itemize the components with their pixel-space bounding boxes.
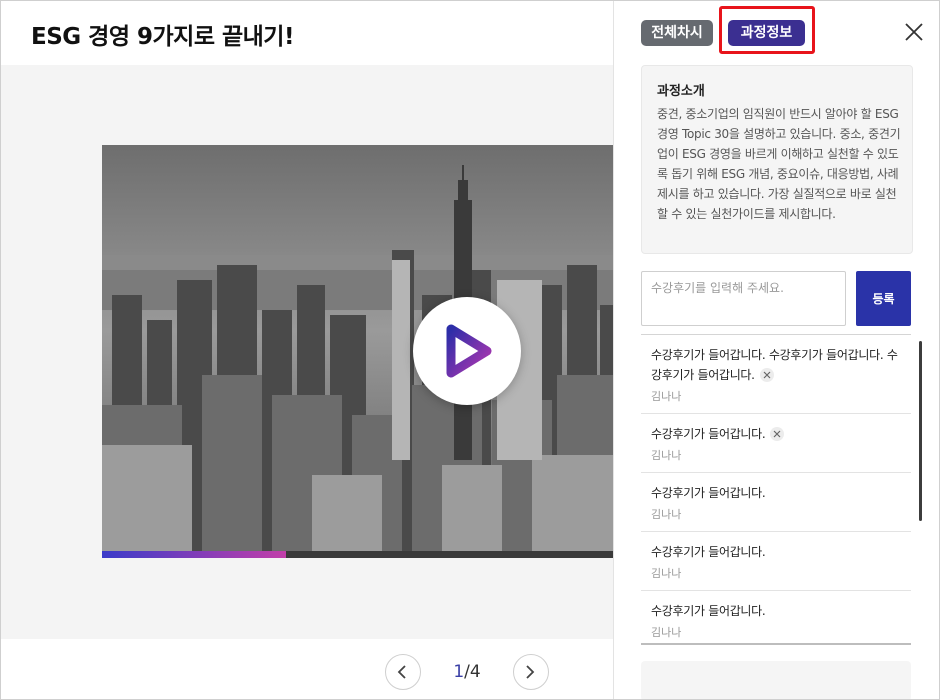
page-indicator: 1/4 [437,662,497,682]
delete-review-button[interactable] [770,426,785,441]
pager: 1/4 [1,639,613,699]
review-author: 김나나 [651,508,682,521]
progress-bar[interactable] [102,551,613,558]
current-page: 1 [453,662,465,682]
lesson-viewer: ESG 경영 9가지로 끝내기! 1/4 [1,1,614,699]
next-section [641,661,911,699]
progress-fill [102,551,286,558]
delete-icon [763,371,771,378]
review-item: 수강후기가 들어갑니다. 김나나 [641,591,911,643]
tab-all-lessons[interactable]: 전체차시 [641,20,713,46]
highlight-box [719,6,815,54]
review-input[interactable] [641,271,846,326]
chevron-left-icon [397,665,406,679]
review-item: 수강후기가 들어갑니다. 김나나 [641,532,911,591]
review-text: 수강후기가 들어갑니다. [651,486,766,500]
submit-review-button[interactable]: 등록 [856,271,911,326]
review-list: 수강후기가 들어갑니다. 수강후기가 들어갑니다. 수강후기가 들어갑니다. 김… [641,334,911,645]
video-player[interactable] [102,145,613,558]
intro-title: 과정소개 [657,84,705,99]
review-item: 수강후기가 들어갑니다. 수강후기가 들어갑니다. 수강후기가 들어갑니다. 김… [641,335,911,414]
review-text: 수강후기가 들어갑니다. [651,604,766,618]
close-button[interactable] [904,22,924,42]
review-author: 김나나 [651,626,682,639]
chevron-right-icon [526,665,535,679]
next-page-button[interactable] [513,654,549,690]
delete-icon [774,430,781,437]
review-text: 수강후기가 들어갑니다. [651,545,766,559]
window: ESG 경영 9가지로 끝내기! 1/4 전체차시 과정정보 과정소개 중견, … [0,0,940,700]
delete-review-button[interactable] [759,367,774,382]
review-item: 수강후기가 들어갑니다. 김나나 [641,473,911,532]
review-scrollbar[interactable] [919,341,922,521]
course-intro: 과정소개 중견, 중소기업의 임직원이 반드시 알아야 할 ESG경영 Topi… [641,65,913,254]
header: ESG 경영 9가지로 끝내기! [1,1,613,65]
review-author: 김나나 [651,449,682,462]
review-item: 수강후기가 들어갑니다. 김나나 [641,414,911,473]
play-button[interactable] [413,297,521,405]
review-author: 김나나 [651,390,682,403]
course-info-panel: 전체차시 과정정보 과정소개 중견, 중소기업의 임직원이 반드시 알아야 할 … [614,1,939,699]
review-author: 김나나 [651,567,682,580]
page-title: ESG 경영 9가지로 끝내기! [31,24,294,50]
prev-page-button[interactable] [385,654,421,690]
intro-body: 중견, 중소기업의 임직원이 반드시 알아야 할 ESG경영 Topic 30을… [657,107,901,221]
play-icon [446,324,492,378]
city-thumbnail [102,145,613,558]
close-icon [905,23,923,41]
review-text: 수강후기가 들어갑니다. [651,427,766,441]
review-text: 수강후기가 들어갑니다. 수강후기가 들어갑니다. 수강후기가 들어갑니다. [651,348,898,382]
total-pages: /4 [464,662,481,682]
